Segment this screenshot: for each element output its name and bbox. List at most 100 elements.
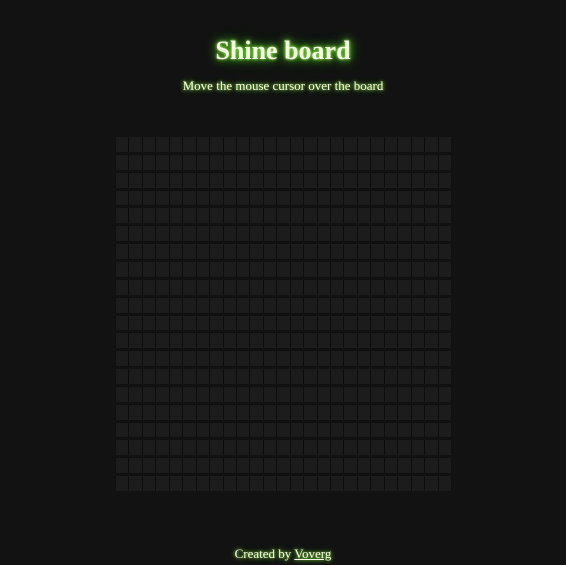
board-cell[interactable]	[129, 137, 142, 152]
board-cell[interactable]	[277, 333, 290, 349]
board-cell[interactable]	[317, 404, 331, 420]
board-cell[interactable]	[317, 333, 331, 349]
board-cell[interactable]	[331, 351, 344, 367]
board-cell[interactable]	[425, 261, 438, 277]
board-cell[interactable]	[263, 422, 277, 438]
board-cell[interactable]	[304, 476, 317, 491]
board-cell[interactable]	[129, 315, 142, 331]
board-cell[interactable]	[142, 244, 156, 259]
board-cell[interactable]	[384, 440, 398, 456]
board-cell[interactable]	[277, 137, 290, 152]
board-cell[interactable]	[438, 297, 451, 313]
board-cell[interactable]	[250, 333, 263, 349]
board-cell[interactable]	[384, 476, 398, 491]
board-cell[interactable]	[371, 476, 384, 491]
board-cell[interactable]	[290, 261, 304, 277]
board-cell[interactable]	[223, 386, 236, 402]
board-cell[interactable]	[183, 333, 196, 349]
board-cell[interactable]	[263, 440, 277, 456]
board-cell[interactable]	[277, 476, 290, 491]
board-cell[interactable]	[263, 244, 277, 259]
board-cell[interactable]	[223, 244, 236, 259]
board-cell[interactable]	[210, 315, 223, 331]
board-cell[interactable]	[116, 476, 129, 491]
board-cell[interactable]	[169, 422, 183, 438]
board-cell[interactable]	[344, 279, 357, 295]
board-cell[interactable]	[425, 422, 438, 438]
board-cell[interactable]	[384, 172, 398, 188]
board-cell[interactable]	[263, 458, 277, 474]
board-cell[interactable]	[210, 226, 223, 242]
board-cell[interactable]	[223, 369, 236, 384]
board-cell[interactable]	[331, 226, 344, 242]
board-cell[interactable]	[438, 386, 451, 402]
board-cell[interactable]	[331, 279, 344, 295]
board-cell[interactable]	[210, 190, 223, 206]
board-cell[interactable]	[223, 297, 236, 313]
board-cell[interactable]	[384, 458, 398, 474]
board-cell[interactable]	[357, 351, 371, 367]
board-cell[interactable]	[290, 476, 304, 491]
board-cell[interactable]	[398, 226, 411, 242]
board-cell[interactable]	[411, 297, 425, 313]
board-cell[interactable]	[263, 172, 277, 188]
board-cell[interactable]	[398, 351, 411, 367]
board-cell[interactable]	[183, 297, 196, 313]
board-cell[interactable]	[116, 297, 129, 313]
board-cell[interactable]	[411, 190, 425, 206]
board-cell[interactable]	[371, 137, 384, 152]
board-cell[interactable]	[290, 386, 304, 402]
board-cell[interactable]	[371, 297, 384, 313]
board-cell[interactable]	[357, 458, 371, 474]
board-cell[interactable]	[371, 369, 384, 384]
board-cell[interactable]	[223, 261, 236, 277]
board-cell[interactable]	[371, 279, 384, 295]
board-cell[interactable]	[223, 422, 236, 438]
board-cell[interactable]	[411, 172, 425, 188]
board-cell[interactable]	[169, 404, 183, 420]
board-cell[interactable]	[250, 315, 263, 331]
board-cell[interactable]	[357, 154, 371, 170]
board-cell[interactable]	[129, 440, 142, 456]
board-cell[interactable]	[129, 208, 142, 224]
board-cell[interactable]	[398, 422, 411, 438]
board-cell[interactable]	[236, 386, 250, 402]
board-cell[interactable]	[331, 154, 344, 170]
board-cell[interactable]	[425, 208, 438, 224]
board-cell[interactable]	[304, 458, 317, 474]
board-cell[interactable]	[250, 458, 263, 474]
board-cell[interactable]	[425, 351, 438, 367]
board-cell[interactable]	[290, 458, 304, 474]
board-cell[interactable]	[236, 261, 250, 277]
board-cell[interactable]	[277, 422, 290, 438]
board-cell[interactable]	[263, 208, 277, 224]
board-cell[interactable]	[344, 369, 357, 384]
board-cell[interactable]	[438, 351, 451, 367]
board-cell[interactable]	[236, 404, 250, 420]
board-cell[interactable]	[142, 279, 156, 295]
board-cell[interactable]	[411, 208, 425, 224]
board-cell[interactable]	[438, 261, 451, 277]
board-cell[interactable]	[250, 369, 263, 384]
board-cell[interactable]	[357, 422, 371, 438]
board-cell[interactable]	[398, 297, 411, 313]
board-cell[interactable]	[236, 172, 250, 188]
board-cell[interactable]	[398, 333, 411, 349]
board-cell[interactable]	[398, 172, 411, 188]
board-cell[interactable]	[331, 261, 344, 277]
board-cell[interactable]	[156, 315, 169, 331]
board-cell[interactable]	[317, 315, 331, 331]
board-cell[interactable]	[183, 458, 196, 474]
board-cell[interactable]	[263, 261, 277, 277]
board-cell[interactable]	[344, 208, 357, 224]
board-cell[interactable]	[142, 172, 156, 188]
board-cell[interactable]	[156, 422, 169, 438]
board-cell[interactable]	[331, 208, 344, 224]
board-cell[interactable]	[290, 404, 304, 420]
board-cell[interactable]	[304, 386, 317, 402]
board-cell[interactable]	[411, 386, 425, 402]
board-cell[interactable]	[344, 386, 357, 402]
board-cell[interactable]	[263, 351, 277, 367]
board-cell[interactable]	[196, 261, 210, 277]
board-cell[interactable]	[290, 154, 304, 170]
